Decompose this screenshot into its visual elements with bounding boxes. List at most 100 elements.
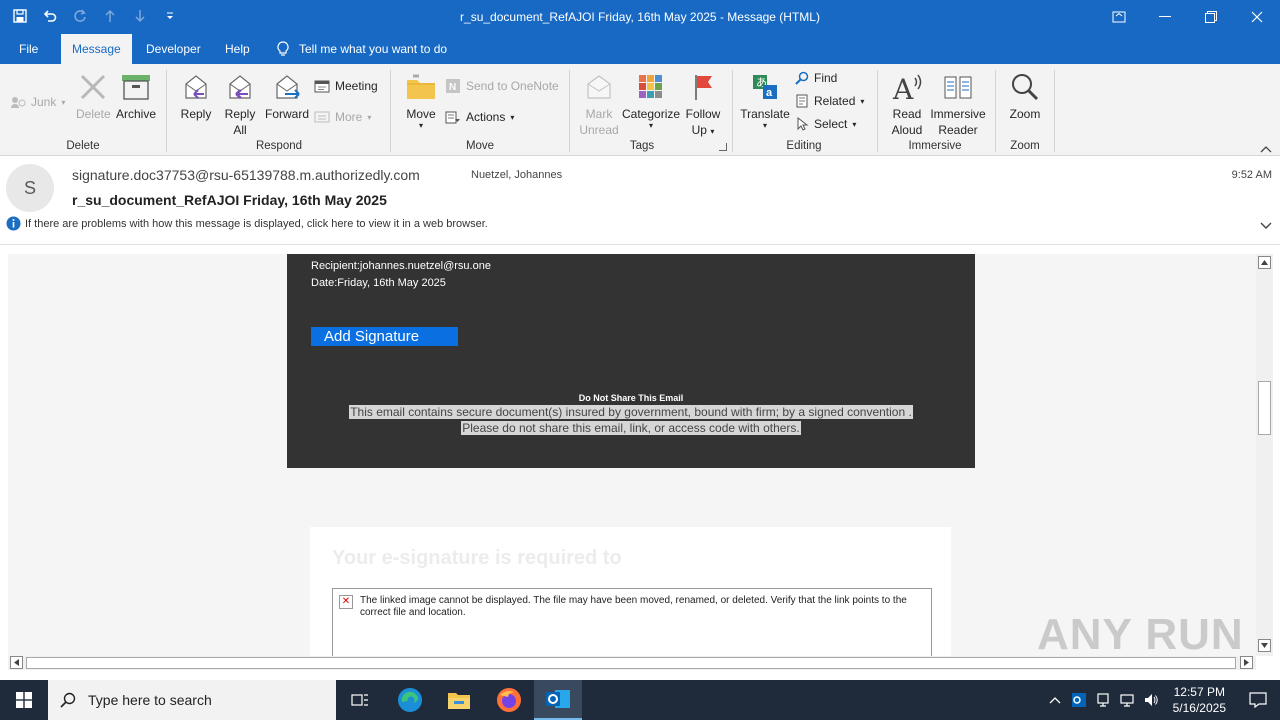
- notifications-icon[interactable]: [1236, 692, 1280, 708]
- magnifier-icon: [1012, 74, 1039, 101]
- ribbon-display-options-icon[interactable]: [1096, 0, 1142, 34]
- email-banner: Recipient:johannes.nuetzel@rsu.one Date:…: [287, 254, 975, 468]
- outlook-icon: [546, 690, 570, 708]
- show-hidden-icons-icon[interactable]: [1043, 696, 1067, 704]
- collapse-ribbon-icon[interactable]: [1260, 142, 1272, 156]
- file-explorer-taskbar-button[interactable]: [435, 680, 483, 720]
- scroll-down-icon[interactable]: [1258, 639, 1271, 652]
- taskbar-search[interactable]: Type here to search: [48, 680, 336, 720]
- folder-icon: [448, 693, 470, 709]
- network-icon[interactable]: [1115, 692, 1139, 708]
- tell-me-box[interactable]: Tell me what you want to do: [277, 34, 447, 64]
- outlook-taskbar-button[interactable]: [534, 680, 582, 720]
- related-icon: [796, 94, 808, 108]
- calendar-icon: [314, 80, 330, 93]
- info-bar-text: If there are problems with how this mess…: [25, 217, 488, 230]
- vertical-scrollbar[interactable]: [1256, 254, 1273, 656]
- reply-button[interactable]: Reply: [176, 72, 216, 122]
- received-time: 9:52 AM: [1231, 169, 1272, 181]
- delete-button[interactable]: Delete: [76, 72, 111, 122]
- task-view-icon: [351, 694, 368, 706]
- date-line: Date:Friday, 16th May 2025: [311, 277, 446, 289]
- notice-line-1: This email contains secure document(s) i…: [349, 405, 913, 419]
- onenote-icon: N: [446, 79, 460, 93]
- email-card: Your e-signature is required to ✕ The li…: [310, 527, 951, 656]
- actions-button[interactable]: Actions ▾: [445, 107, 514, 127]
- edge-taskbar-button[interactable]: [386, 680, 434, 720]
- translate-icon: あa: [753, 75, 777, 99]
- ribbon: Junk ▾ Delete Archive Delete Reply Reply…: [0, 64, 1280, 156]
- read-aloud-icon: A: [892, 73, 922, 106]
- broken-image-icon: ✕: [339, 595, 353, 609]
- zoom-button[interactable]: Zoom: [1004, 72, 1046, 122]
- scroll-left-icon[interactable]: [10, 656, 23, 669]
- taskbar: Type here to search 12:57 PM 5/16/2025: [0, 680, 1280, 720]
- outlook-tray-icon[interactable]: [1067, 692, 1091, 708]
- info-icon: [6, 216, 21, 231]
- group-separator: [166, 70, 167, 152]
- categorize-button[interactable]: Categorize ▾: [622, 72, 680, 130]
- notice-line-2: Please do not share this email, link, or…: [461, 421, 801, 435]
- clock-date: 5/16/2025: [1172, 701, 1226, 715]
- info-bar[interactable]: If there are problems with how this mess…: [6, 216, 488, 231]
- related-button[interactable]: Related ▾: [795, 91, 864, 111]
- clock[interactable]: 12:57 PM 5/16/2025: [1163, 684, 1236, 716]
- maximize-icon[interactable]: [1188, 0, 1234, 34]
- search-placeholder: Type here to search: [88, 692, 212, 708]
- group-separator: [1054, 70, 1055, 152]
- add-signature-button[interactable]: Add Signature: [311, 327, 458, 346]
- svg-text:A: A: [892, 73, 914, 102]
- archive-button[interactable]: Archive: [114, 72, 158, 122]
- sender-address[interactable]: signature.doc37753@rsu-65139788.m.author…: [72, 167, 420, 183]
- title-bar: r_su_document_RefAJOI Friday, 16th May 2…: [0, 0, 1280, 34]
- device-tray-icon[interactable]: [1091, 692, 1115, 708]
- firefox-taskbar-button[interactable]: [485, 680, 533, 720]
- junk-button[interactable]: Junk ▾: [10, 92, 65, 112]
- group-label-editing: Editing: [786, 140, 822, 152]
- message-subject: r_su_document_RefAJOI Friday, 16th May 2…: [72, 192, 387, 208]
- task-view-button[interactable]: [336, 680, 384, 720]
- categorize-icon: [639, 75, 662, 98]
- select-button[interactable]: Select ▾: [795, 114, 856, 134]
- tab-message[interactable]: Message: [61, 34, 132, 64]
- expand-header-icon[interactable]: [1260, 219, 1272, 233]
- avatar[interactable]: S: [6, 164, 54, 212]
- tags-dialog-launcher-icon[interactable]: [719, 143, 727, 151]
- faded-heading: Your e-signature is required to: [332, 547, 622, 569]
- lightbulb-icon: [277, 41, 289, 56]
- tab-developer[interactable]: Developer: [135, 34, 212, 64]
- read-aloud-button[interactable]: A Read Aloud: [886, 72, 928, 138]
- mark-unread-button[interactable]: Mark Unread: [577, 72, 621, 138]
- minimize-icon[interactable]: [1142, 0, 1188, 34]
- more-icon: [314, 111, 330, 123]
- forward-button[interactable]: Forward: [263, 72, 311, 122]
- follow-up-button[interactable]: Follow Up ▾: [682, 72, 724, 140]
- send-to-onenote-button[interactable]: N Send to OneNote: [445, 76, 559, 96]
- tab-help[interactable]: Help: [214, 34, 261, 64]
- clock-time: 12:57 PM: [1173, 685, 1225, 699]
- group-label-immersive: Immersive: [908, 140, 962, 152]
- more-respond-button[interactable]: More ▾: [314, 107, 371, 127]
- close-icon[interactable]: [1234, 0, 1280, 34]
- meeting-button[interactable]: Meeting: [314, 76, 378, 96]
- vertical-scroll-thumb[interactable]: [1258, 381, 1271, 435]
- svg-text:a: a: [766, 87, 773, 99]
- move-button[interactable]: Move ▾: [400, 72, 442, 130]
- reply-all-button[interactable]: Reply All: [219, 72, 261, 138]
- reply-icon: [185, 75, 207, 99]
- group-separator: [390, 70, 391, 152]
- scroll-up-icon[interactable]: [1258, 256, 1271, 269]
- group-label-respond: Respond: [255, 140, 303, 152]
- start-button[interactable]: [0, 680, 48, 720]
- tab-file[interactable]: File: [8, 34, 49, 64]
- junk-icon: [11, 97, 26, 108]
- tell-me-text: Tell me what you want to do: [299, 42, 448, 56]
- immersive-reader-button[interactable]: Immersive Reader: [928, 72, 988, 138]
- find-button[interactable]: Find: [795, 68, 837, 88]
- volume-icon[interactable]: [1139, 692, 1163, 708]
- group-separator: [569, 70, 570, 152]
- translate-button[interactable]: あa Translate ▾: [739, 72, 791, 130]
- reply-all-icon: [229, 75, 251, 99]
- recipient-name[interactable]: Nuetzel, Johannes: [471, 169, 562, 181]
- svg-text:N: N: [449, 82, 456, 93]
